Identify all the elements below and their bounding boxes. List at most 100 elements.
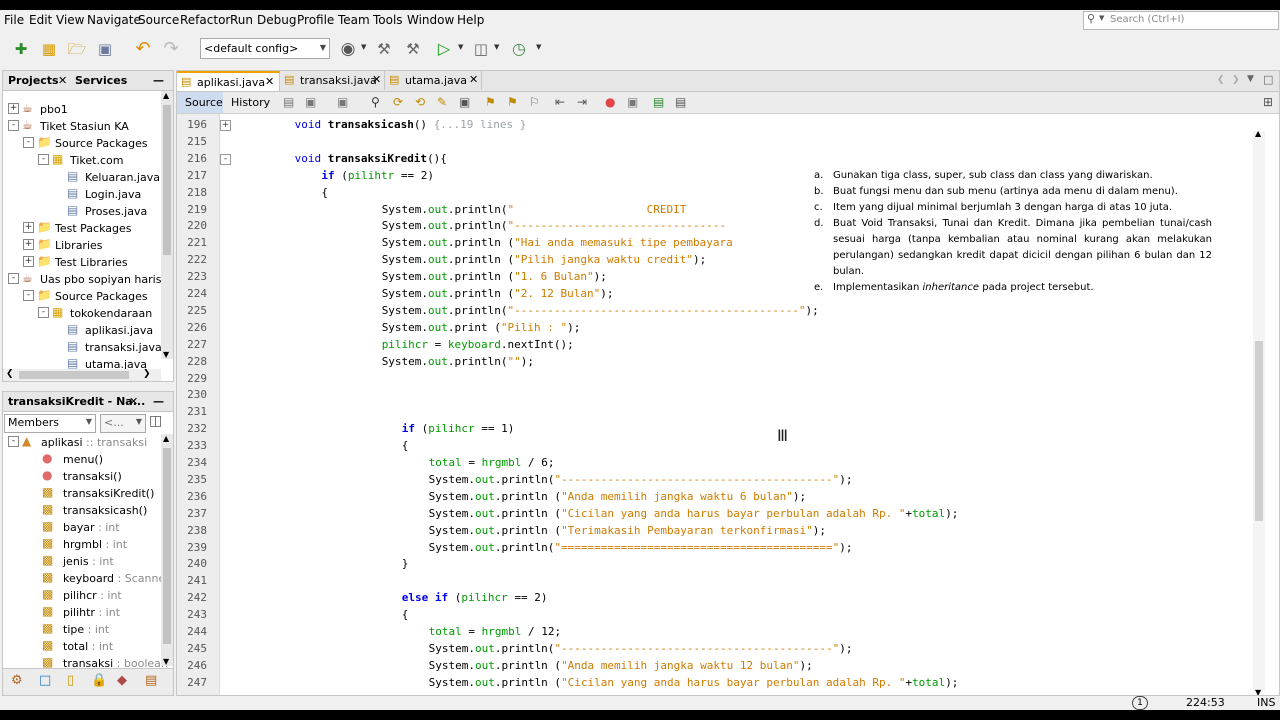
code-line[interactable]: System.out.println ("Terimakasih Pembaya… (429, 524, 826, 541)
clean-build-icon[interactable]: ⚒ (402, 38, 424, 60)
open-project-icon[interactable]: 🗁 (66, 38, 88, 60)
menu-tools[interactable]: Tools (373, 13, 403, 27)
tab-history[interactable]: History (225, 92, 273, 113)
menu-file[interactable]: File (4, 13, 24, 27)
chevron-up-icon[interactable]: ▲ (163, 91, 169, 100)
code-line[interactable]: System.out.println ("Anda memilih jangka… (429, 490, 807, 507)
collapse-icon[interactable]: - (23, 137, 34, 148)
chevron-right-icon[interactable]: ❯ (143, 369, 151, 379)
collapse-icon[interactable]: - (8, 436, 19, 447)
code-line[interactable]: System.out.println ("Anda memilih jangka… (429, 659, 813, 676)
menu-edit[interactable]: Edit (29, 13, 52, 27)
tab-services[interactable]: Services (75, 74, 127, 87)
code-line[interactable]: if (pilihtr == 2) (321, 169, 434, 186)
record-macro-icon[interactable]: ● (605, 95, 615, 109)
projects-hscroll[interactable]: ❮ ❯ (3, 369, 161, 381)
scroll-thumb[interactable] (1255, 341, 1263, 521)
code-line[interactable]: System.out.print ("Pilih : "); (382, 321, 581, 338)
rect-select-icon[interactable]: ▣ (459, 95, 470, 109)
collapse-icon[interactable]: - (8, 120, 19, 131)
minimize-icon[interactable]: — (153, 74, 164, 87)
tab-source[interactable]: Source (177, 92, 223, 113)
chevron-up-icon[interactable]: ▲ (163, 434, 169, 443)
close-icon[interactable]: ✕ (129, 395, 138, 408)
uncomment-icon[interactable]: ▤ (675, 95, 686, 109)
close-icon[interactable]: ✕ (469, 73, 478, 86)
chevron-left-icon[interactable]: ❮ (6, 369, 14, 379)
prev-bookmark-icon[interactable]: ⚑ (485, 95, 496, 109)
code-line[interactable]: System.out.println("--------------------… (429, 642, 853, 659)
code-line[interactable]: total = hrgmbl / 6; (429, 456, 555, 473)
collapse-icon[interactable]: - (23, 290, 34, 301)
code-line[interactable]: if (pilihcr == 1) (402, 422, 515, 439)
search-box[interactable]: ⚲ ▼ Search (Ctrl+I) (1083, 11, 1279, 30)
editor-vscroll[interactable]: ▲ ▼ (1253, 129, 1265, 695)
debug-icon[interactable]: ◫ (470, 38, 492, 60)
new-file-icon[interactable]: ✚ (10, 38, 32, 60)
code-line[interactable]: System.out.println("====================… (429, 541, 853, 558)
expand-icon[interactable]: + (23, 239, 34, 250)
code-line[interactable]: System.out.println("--------------------… (382, 304, 819, 321)
tab-projects[interactable]: Projects (8, 74, 59, 87)
forward-icon[interactable]: ▣ (337, 95, 348, 109)
new-project-icon[interactable]: ▦ (38, 38, 60, 60)
close-icon[interactable]: ✕ (58, 74, 67, 87)
notifications-badge[interactable]: 1 (1132, 696, 1148, 710)
code-line[interactable]: System.out.println ("Pilih jangka waktu … (382, 253, 707, 270)
next-bookmark-icon[interactable]: ⚑ (507, 95, 518, 109)
close-icon[interactable]: ✕ (372, 73, 381, 86)
find-previous-icon[interactable]: ⟳ (393, 95, 403, 109)
code-line[interactable]: else if (pilihcr == 2) (402, 591, 548, 608)
chevron-down-icon[interactable]: ▼ (494, 43, 499, 51)
navigator-vscroll[interactable]: ▲ ▼ (161, 434, 173, 666)
code-line[interactable]: System.out.println("--------------------… (429, 473, 853, 490)
chevron-right-icon[interactable]: ❯ (1232, 75, 1240, 85)
code-line[interactable]: System.out.println ("Cicilan yang anda h… (429, 507, 959, 524)
shift-right-icon[interactable]: ⇥ (577, 95, 587, 109)
filter-inherited-icon[interactable]: ⚙ (11, 673, 23, 688)
chevron-down-icon[interactable]: ▼ (458, 43, 463, 51)
code-line[interactable]: { (321, 186, 328, 203)
filter-sort-icon[interactable]: ▤ (145, 673, 157, 688)
config-select[interactable]: <default config> ▼ (200, 38, 330, 59)
chevron-down-icon[interactable]: ▼ (361, 43, 366, 51)
menu-debug[interactable]: Debug (257, 13, 296, 27)
filter-select[interactable]: <... ▼ (100, 414, 146, 433)
scroll-thumb[interactable] (163, 105, 171, 255)
code-line[interactable]: total = hrgmbl / 12; (429, 625, 562, 642)
tab-aplikasi-java[interactable]: ▤ aplikasi.java ✕ (177, 71, 280, 91)
close-icon[interactable]: ✕ (265, 75, 274, 88)
menu-help[interactable]: Help (457, 13, 484, 27)
code-line[interactable]: System.out.println ("Cicilan yang anda h… (429, 676, 959, 693)
code-line[interactable]: void transaksiKredit(){ (295, 152, 447, 169)
code-line[interactable]: System.out.println(""); (382, 355, 534, 372)
code-line[interactable]: { (402, 608, 409, 625)
chevron-left-icon[interactable]: ❮ (1217, 75, 1225, 85)
chevron-down-icon[interactable]: ▼ (536, 43, 541, 51)
collapse-icon[interactable]: - (38, 154, 49, 165)
code-line[interactable]: { (402, 439, 409, 456)
filter-nonpublic-icon[interactable]: ◆ (117, 673, 127, 688)
code-line[interactable]: System.out.println("--------------------… (382, 219, 726, 236)
collapse-fold-icon[interactable]: - (220, 153, 231, 165)
collapse-icon[interactable]: - (8, 273, 19, 284)
find-icon[interactable]: ⚲ (371, 95, 380, 109)
chevron-down-icon[interactable]: ▼ (1247, 74, 1254, 84)
code-line[interactable]: System.out.println ("Hai anda memasuki t… (382, 236, 733, 253)
chevron-down-icon[interactable]: ▼ (1255, 688, 1261, 695)
lock-icon[interactable]: 🔒 (91, 673, 107, 688)
toggle-bookmark-icon[interactable]: ⚐ (529, 95, 540, 109)
hammer-icon[interactable]: ⚒ (373, 38, 395, 60)
menu-run[interactable]: Run (230, 13, 253, 27)
profile-icon[interactable]: ◷ (508, 38, 530, 60)
menu-source[interactable]: Source (138, 13, 179, 27)
code-line[interactable]: } (402, 557, 409, 574)
expand-fold-icon[interactable]: + (220, 120, 231, 131)
redo-icon[interactable]: ↷ (160, 38, 182, 60)
find-next-icon[interactable]: ⟲ (415, 95, 425, 109)
code-line[interactable]: System.out.println(" CREDIT (382, 203, 687, 220)
chevron-up-icon[interactable]: ▲ (1255, 129, 1261, 138)
expand-icon[interactable]: + (8, 103, 19, 114)
menu-refactor[interactable]: Refactor (180, 13, 230, 27)
scroll-thumb[interactable] (19, 371, 129, 379)
